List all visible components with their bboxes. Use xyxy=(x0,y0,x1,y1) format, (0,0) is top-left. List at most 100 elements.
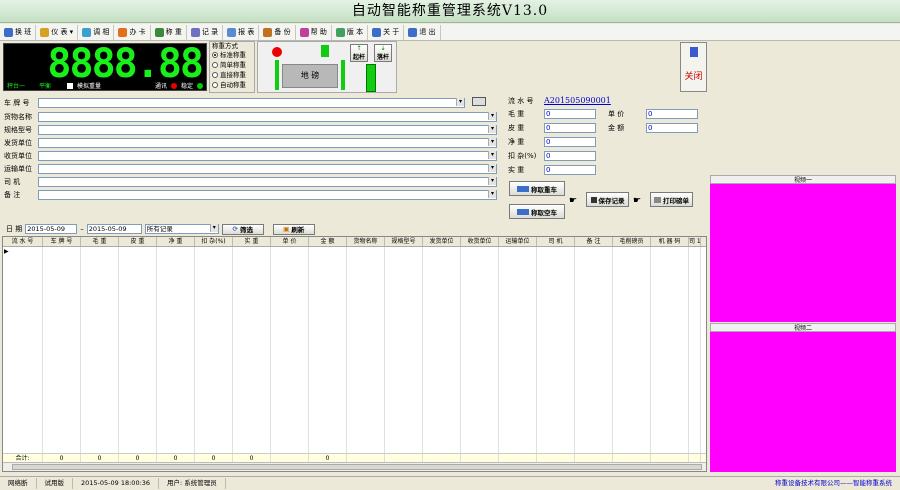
column-body xyxy=(613,247,651,453)
form-label: 规格型号 xyxy=(4,125,32,134)
form-input[interactable] xyxy=(38,137,497,148)
toolbar-button-0[interactable]: 换 班 xyxy=(0,24,37,40)
sim-weight-checkbox[interactable] xyxy=(67,82,74,89)
gross-input[interactable]: 0 xyxy=(544,108,596,119)
toolbar-button-7[interactable]: 备 份 xyxy=(259,24,296,40)
weigh-mode-option[interactable]: 简单称重 xyxy=(212,60,252,70)
weigh-empty-label: 称取空车 xyxy=(531,208,557,217)
radio-icon[interactable] xyxy=(212,72,218,78)
column-header[interactable]: 机 器 码 xyxy=(651,237,689,246)
scope-select[interactable]: 所有记录 xyxy=(144,224,219,234)
toolbar-icon xyxy=(299,27,309,37)
form-row-6: 司 机 xyxy=(4,176,497,187)
column-header[interactable]: 单 价 xyxy=(271,237,309,246)
toolbar-button-6[interactable]: 报 表 xyxy=(223,24,260,40)
column-header[interactable]: 毛 重 xyxy=(81,237,119,246)
column-body xyxy=(423,247,461,453)
toolbar-button-10[interactable]: 关 于 xyxy=(368,24,405,40)
form-input[interactable] xyxy=(38,176,497,187)
toolbar-label: 帮 助 xyxy=(310,28,327,36)
toolbar-icon xyxy=(82,27,92,37)
column-header[interactable]: 扣 杂(%) xyxy=(195,237,233,246)
toolbar-button-11[interactable]: 退 出 xyxy=(404,24,441,40)
form-row-2: 规格型号 xyxy=(4,124,497,135)
scroll-thumb[interactable] xyxy=(12,464,702,470)
column-header[interactable]: 规格型号 xyxy=(385,237,423,246)
form-input[interactable] xyxy=(38,97,465,108)
date-to-input[interactable]: 2015-05-09 xyxy=(86,224,142,234)
toolbar-button-4[interactable]: 称 重 xyxy=(151,24,187,40)
column-header[interactable]: 金 额 xyxy=(309,237,347,246)
sim-weight-label: 模拟重量 xyxy=(77,83,102,90)
column-header[interactable]: 净 重 xyxy=(157,237,195,246)
form-input[interactable] xyxy=(38,189,497,200)
save-record-button[interactable]: 保存记录 xyxy=(586,192,629,207)
column-header[interactable]: 收货单位 xyxy=(461,237,499,246)
weigh-mode-group: 称重方式 标准称重 简单称重 直接称重 自动称重 xyxy=(209,41,255,93)
toolbar-button-3[interactable]: 办 卡 xyxy=(114,24,151,40)
close-label: 关闭 xyxy=(684,72,703,82)
green-light-icon xyxy=(321,45,329,57)
led-status-bar: 秤台一 平衡 模拟重量 通讯 稳定 xyxy=(4,81,206,90)
column-header[interactable]: 实 重 xyxy=(233,237,271,246)
toolbar-button-8[interactable]: 帮 助 xyxy=(296,24,332,40)
weigh-mode-option[interactable]: 标准称重 xyxy=(212,50,252,60)
amount-input[interactable]: 0 xyxy=(646,122,698,133)
column-header[interactable]: 司 1 xyxy=(689,237,701,246)
keyboard-icon[interactable] xyxy=(472,97,486,106)
lift-gate-button[interactable]: ⇡ 起杆 xyxy=(350,44,368,62)
weigh-mode-option[interactable]: 自动称重 xyxy=(212,80,252,90)
refresh-label: 刷新 xyxy=(291,226,305,234)
column-header[interactable]: 毛削磅员 xyxy=(613,237,651,246)
toolbar-button-1[interactable]: 仪 表 ▾ xyxy=(36,24,79,40)
weigh-empty-button[interactable]: 称取空车 xyxy=(509,204,565,219)
deduct-label: 扣 杂(%) xyxy=(508,151,537,160)
form-input[interactable] xyxy=(38,111,497,122)
weigh-heavy-button[interactable]: 称取重车 xyxy=(509,181,565,196)
toolbar-icon xyxy=(227,27,237,37)
horizontal-scrollbar[interactable] xyxy=(3,462,706,471)
column-header[interactable]: 司 机 xyxy=(537,237,575,246)
column-header[interactable]: 发货单位 xyxy=(423,237,461,246)
form-input[interactable] xyxy=(38,163,497,174)
price-input[interactable]: 0 xyxy=(646,108,698,119)
form-label: 司 机 xyxy=(4,177,21,186)
price-label: 单 价 xyxy=(608,109,625,118)
toolbar-button-2[interactable]: 调 相 xyxy=(78,24,115,40)
tare-input[interactable]: 0 xyxy=(544,122,596,133)
radio-icon[interactable] xyxy=(212,62,218,68)
refresh-button[interactable]: ▣ 刷新 xyxy=(272,223,315,235)
left-barrier-icon xyxy=(275,60,279,90)
filter-button[interactable]: ⟳ 筛选 xyxy=(221,223,264,235)
radio-icon[interactable] xyxy=(212,52,218,58)
toolbar-button-9[interactable]: 版 本 xyxy=(332,24,369,40)
toolbar-button-5[interactable]: 记 录 xyxy=(187,24,224,40)
radio-icon[interactable] xyxy=(212,82,218,88)
column-header[interactable]: 货物名称 xyxy=(347,237,385,246)
drop-gate-button[interactable]: ⇣ 落杆 xyxy=(374,44,392,62)
toolbar-label: 仪 表 ▾ xyxy=(51,28,74,36)
date-from-input[interactable]: 2015-05-09 xyxy=(25,224,78,234)
actual-input[interactable]: 0 xyxy=(544,164,596,175)
column-header[interactable]: 备 注 xyxy=(575,237,613,246)
weigh-heavy-label: 称取重车 xyxy=(531,185,557,194)
weigh-mode-option[interactable]: 直接称重 xyxy=(212,70,252,80)
form-input[interactable] xyxy=(38,124,497,135)
close-button[interactable]: 关闭 xyxy=(680,42,707,92)
column-header[interactable]: 运输单位 xyxy=(499,237,537,246)
total-cell: 0 xyxy=(157,454,195,462)
total-cell xyxy=(385,454,423,462)
form-input[interactable] xyxy=(38,150,497,161)
column-header[interactable]: 皮 重 xyxy=(119,237,157,246)
column-body xyxy=(3,247,43,453)
column-header[interactable]: 流 水 号 xyxy=(3,237,43,246)
records-table[interactable]: 流 水 号车 牌 号毛 重皮 重净 重扣 杂(%) 实 重单 价金 额货物名称 规格… xyxy=(2,236,707,472)
status-cell-0: 网络断 xyxy=(0,478,37,489)
toolbar-icon xyxy=(154,27,164,37)
print-ticket-button[interactable]: 打印磅单 xyxy=(650,192,693,207)
deduct-input[interactable]: 0 xyxy=(544,150,596,161)
column-header[interactable]: 车 牌 号 xyxy=(43,237,81,246)
total-cell: 0 xyxy=(309,454,347,462)
disk-icon xyxy=(590,196,597,203)
net-input[interactable]: 0 xyxy=(544,136,596,147)
